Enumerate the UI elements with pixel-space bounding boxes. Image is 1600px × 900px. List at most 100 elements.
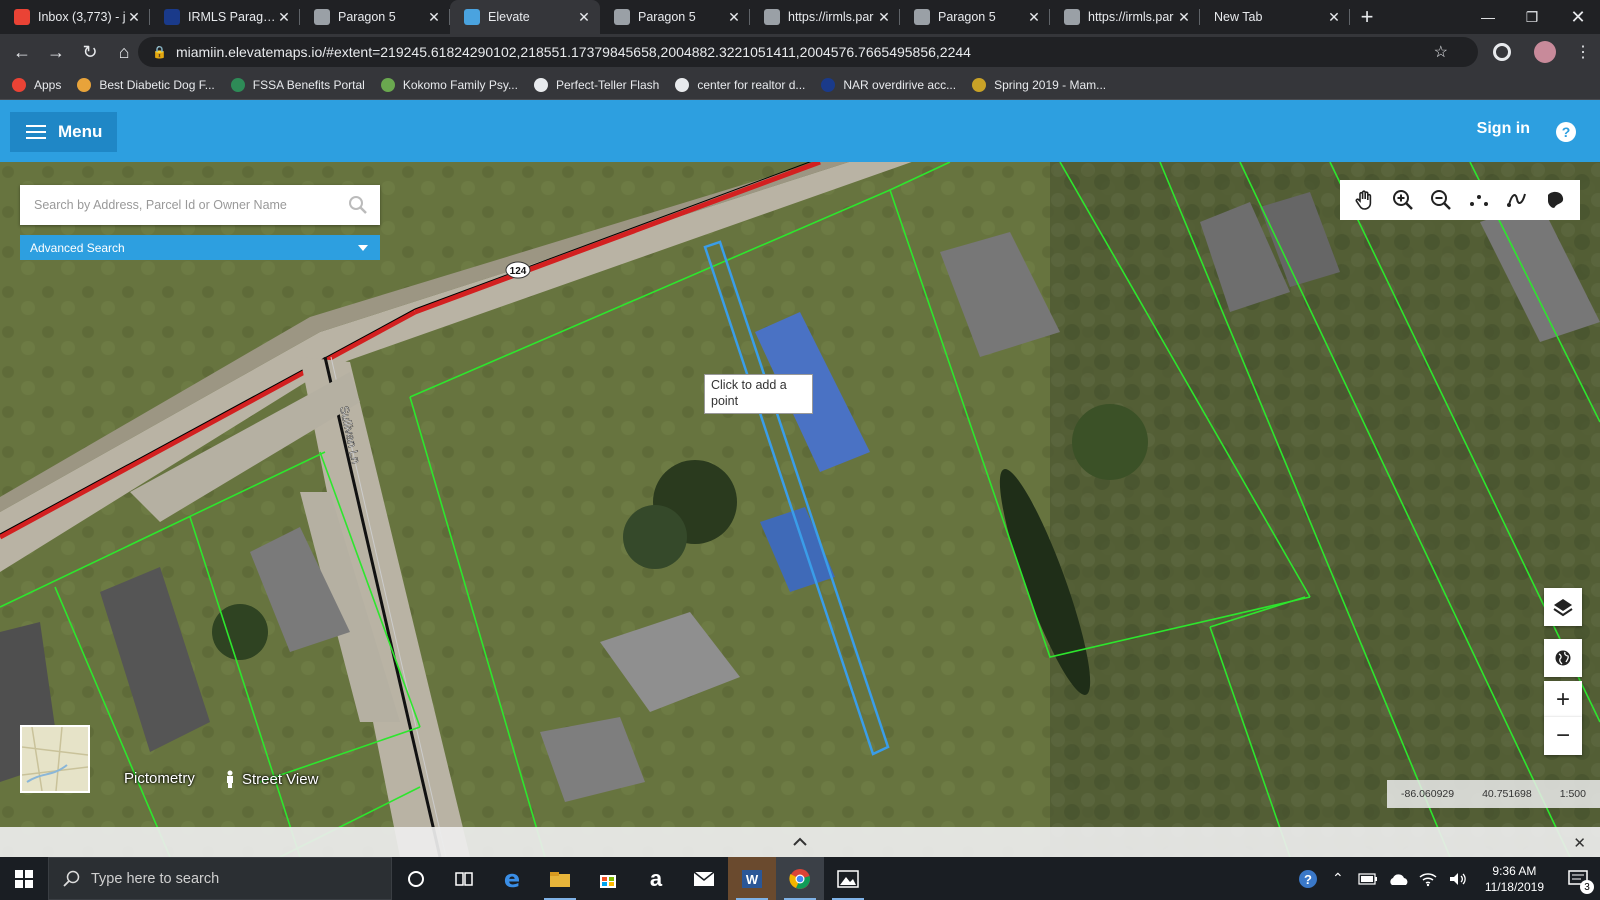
extension-icon[interactable] — [1493, 43, 1511, 61]
chevron-up-icon[interactable] — [792, 837, 808, 847]
battery-icon[interactable] — [1353, 857, 1383, 900]
paragon-icon — [314, 9, 330, 25]
maximize-icon[interactable]: ❐ — [1510, 0, 1554, 34]
bookmark-item[interactable]: FSSA Benefits Portal — [230, 77, 365, 92]
search-icon[interactable] — [348, 195, 368, 215]
close-window-icon[interactable]: ✕ — [1556, 0, 1600, 34]
notification-count: 3 — [1580, 880, 1594, 894]
sign-in-link[interactable]: Sign in — [1477, 120, 1530, 138]
help-tray-icon[interactable]: ? — [1293, 857, 1323, 900]
forward-icon[interactable]: → — [40, 36, 72, 68]
browser-tab[interactable]: IRMLS Paragon ✕ — [150, 0, 300, 34]
chrome-menu-icon[interactable]: ⋮ — [1575, 42, 1591, 62]
browser-tab[interactable]: Inbox (3,773) - j ✕ — [0, 0, 150, 34]
browser-tab[interactable]: Paragon 5 ✕ — [600, 0, 750, 34]
bookmark-star-icon[interactable]: ☆ — [1434, 42, 1448, 62]
globe-icon[interactable] — [1544, 639, 1582, 677]
close-tab-icon[interactable]: ✕ — [1326, 9, 1342, 26]
route-shield-label: 124 — [510, 266, 527, 277]
pictometry-link[interactable]: Pictometry — [124, 770, 195, 787]
close-tab-icon[interactable]: ✕ — [426, 9, 442, 26]
home-icon[interactable]: ⌂ — [108, 36, 140, 68]
bookmark-item[interactable]: NAR overdirive acc... — [821, 77, 956, 92]
bookmark-label: FSSA Benefits Portal — [252, 77, 365, 92]
onedrive-icon[interactable] — [1383, 857, 1413, 900]
clock-date: 11/18/2019 — [1484, 879, 1544, 894]
close-tab-icon[interactable]: ✕ — [1026, 9, 1042, 26]
bookmark-item[interactable]: Kokomo Family Psy... — [380, 77, 518, 92]
browser-tab[interactable]: Paragon 5 ✕ — [900, 0, 1050, 34]
elevate-icon — [464, 9, 480, 25]
store-icon[interactable] — [584, 857, 632, 900]
close-tab-icon[interactable]: ✕ — [576, 9, 592, 26]
basemap-thumbnail[interactable] — [20, 725, 90, 793]
browser-tab[interactable]: https://irmls.par ✕ — [1050, 0, 1200, 34]
browser-tab[interactable]: Paragon 5 ✕ — [300, 0, 450, 34]
chevron-up-icon[interactable]: ⌃ — [1323, 857, 1353, 900]
bookmark-item[interactable]: Best Diabetic Dog F... — [77, 77, 215, 92]
zoom-out-tool-icon[interactable] — [1429, 188, 1453, 212]
layers-icon[interactable] — [1544, 588, 1582, 626]
help-icon[interactable]: ? — [1556, 122, 1576, 142]
bookmark-item[interactable]: Apps — [12, 77, 61, 92]
advanced-search-toggle[interactable]: Advanced Search — [20, 235, 380, 260]
taskbar-clock[interactable]: 9:36 AM 11/18/2019 — [1485, 863, 1544, 895]
scale-value: 1:500 — [1559, 788, 1586, 800]
tab-title: Paragon 5 — [338, 10, 396, 24]
bookmark-item[interactable]: Spring 2019 - Mam... — [972, 77, 1107, 92]
system-tray: ? ⌃ 9:36 AM 11/18/2019 3 — [1293, 857, 1600, 900]
profile-avatar[interactable] — [1534, 41, 1556, 63]
measure-points-icon[interactable] — [1467, 188, 1491, 212]
minimize-icon[interactable]: — — [1466, 0, 1510, 34]
latitude-value: 40.751698 — [1482, 788, 1532, 800]
reload-icon[interactable]: ↻ — [74, 36, 106, 68]
tab-title: https://irmls.par — [788, 10, 874, 24]
mail-icon[interactable] — [680, 857, 728, 900]
close-tab-icon[interactable]: ✕ — [1176, 9, 1192, 26]
map-view[interactable]: 124 Sullivan Ln Advanced Search Click to… — [0, 162, 1600, 857]
close-drawer-icon[interactable]: ✕ — [1573, 834, 1586, 852]
edge-icon[interactable]: e — [488, 857, 536, 900]
bookmark-item[interactable]: center for realtor d... — [675, 77, 805, 92]
cortana-icon[interactable] — [392, 857, 440, 900]
close-tab-icon[interactable]: ✕ — [876, 9, 892, 26]
task-view-icon[interactable] — [440, 857, 488, 900]
menu-button[interactable]: Menu — [10, 112, 117, 152]
taskbar-search-box[interactable]: Type here to search — [48, 857, 392, 900]
coordinate-readout: -86.060929 40.751698 1:500 — [1387, 780, 1600, 808]
kokomo-icon — [380, 77, 395, 92]
draw-polygon-icon[interactable] — [1543, 188, 1567, 212]
chrome-icon[interactable] — [776, 857, 824, 900]
bookmark-label: Spring 2019 - Mam... — [994, 77, 1107, 92]
windows-start-icon[interactable] — [0, 857, 48, 900]
volume-icon[interactable] — [1443, 857, 1473, 900]
zoom-out-button[interactable]: − — [1544, 717, 1582, 755]
close-tab-icon[interactable]: ✕ — [276, 9, 292, 26]
notifications-icon[interactable]: 3 — [1556, 857, 1600, 900]
draw-line-icon[interactable] — [1505, 188, 1529, 212]
browser-tab[interactable]: https://irmls.par ✕ — [750, 0, 900, 34]
photos-icon[interactable] — [824, 857, 872, 900]
map-toolbar — [1340, 180, 1580, 220]
word-icon[interactable]: W — [728, 857, 776, 900]
new-tab-button[interactable]: + — [1350, 0, 1384, 34]
street-view-link[interactable]: Street View — [224, 770, 318, 788]
address-bar[interactable]: 🔒 miamiin.elevatemaps.io/#extent=219245.… — [138, 37, 1478, 67]
close-tab-icon[interactable]: ✕ — [726, 9, 742, 26]
browser-tab[interactable]: New Tab ✕ — [1200, 0, 1350, 34]
back-icon[interactable]: ← — [6, 36, 38, 68]
browser-tab[interactable]: Elevate ✕ — [450, 0, 600, 34]
close-tab-icon[interactable]: ✕ — [126, 9, 142, 26]
wifi-icon[interactable] — [1413, 857, 1443, 900]
bookmark-item[interactable]: Perfect-Teller Flash — [533, 77, 659, 92]
zoom-in-button[interactable]: + — [1544, 681, 1582, 719]
search-input[interactable] — [34, 198, 334, 212]
dog-food-icon — [77, 77, 92, 92]
advanced-search-label: Advanced Search — [30, 240, 125, 255]
amazon-icon[interactable]: a — [632, 857, 680, 900]
file-explorer-icon[interactable] — [536, 857, 584, 900]
pan-hand-icon[interactable] — [1353, 188, 1377, 212]
zoom-in-tool-icon[interactable] — [1391, 188, 1415, 212]
realtor-icon — [675, 77, 690, 92]
search-box — [20, 185, 380, 225]
